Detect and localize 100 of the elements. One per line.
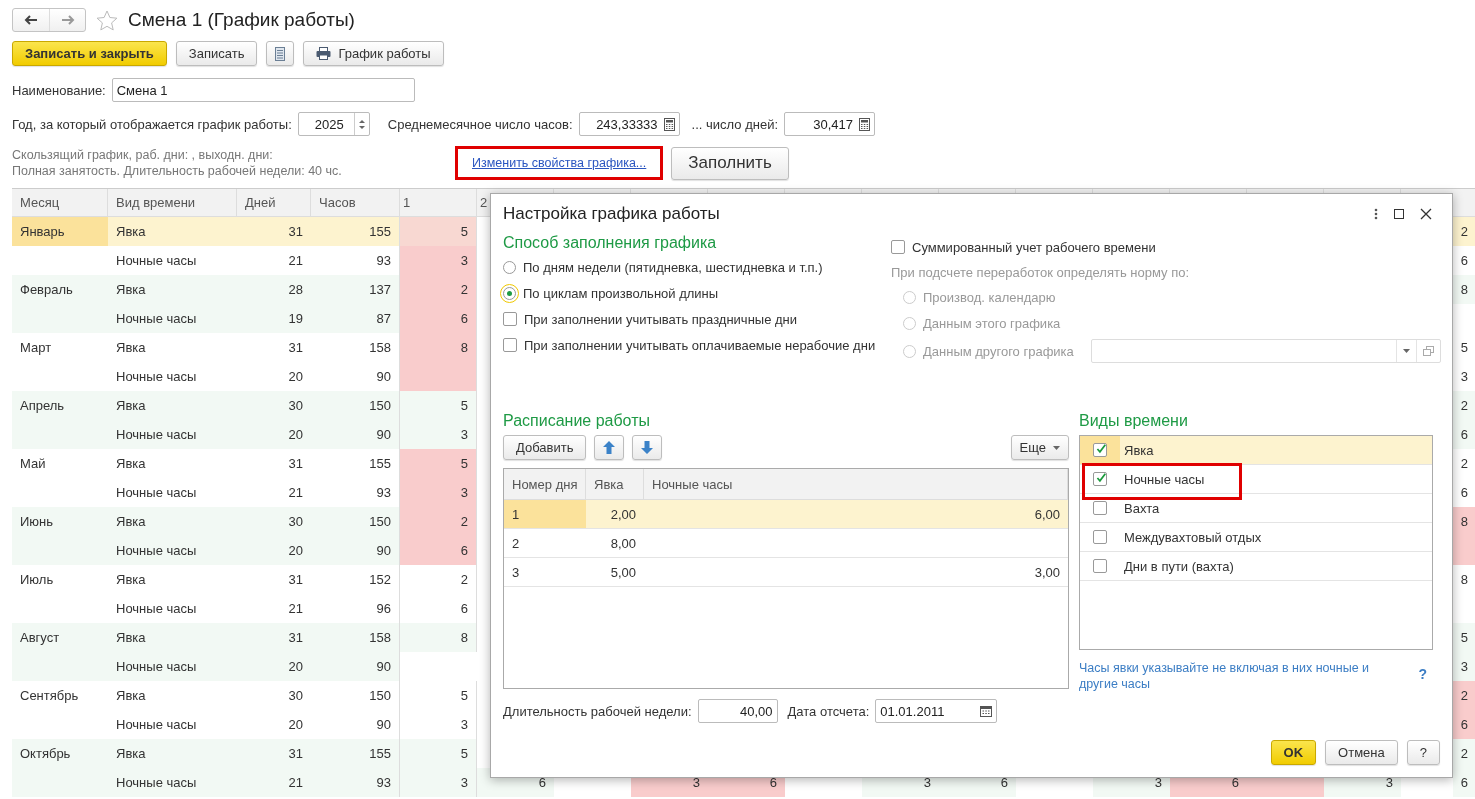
table-cell[interactable]: Явка xyxy=(108,623,237,652)
table-cell[interactable]: Явка xyxy=(108,739,237,768)
table-cell: 19 xyxy=(237,304,311,333)
option-label: По дням недели (пятидневка, шестидневка и т.п.) xyxy=(523,259,823,275)
list-item[interactable]: Явка xyxy=(1080,436,1432,465)
table-cell: 90 xyxy=(311,652,400,681)
checkbox[interactable] xyxy=(503,338,517,352)
radio-button[interactable] xyxy=(503,286,516,300)
table-cell[interactable]: Ночные часы xyxy=(108,652,237,681)
name-field[interactable]: Смена 1 xyxy=(111,78,415,102)
table-cell: Февраль xyxy=(12,275,108,333)
add-button[interactable]: Добавить xyxy=(503,435,587,460)
table-cell[interactable]: Ночные часы xyxy=(108,420,237,449)
table-cell: 5 xyxy=(400,681,477,710)
cancel-button[interactable]: Отмена xyxy=(1325,740,1398,765)
table-cell: 155 xyxy=(311,217,400,246)
table-cell: Июнь xyxy=(12,507,108,565)
week-length-field[interactable]: 40,00 xyxy=(697,699,778,723)
table-cell: 8 xyxy=(400,333,477,362)
change-settings-link[interactable]: Изменить свойства графика... xyxy=(472,156,647,170)
table-cell-text: Март xyxy=(19,339,53,357)
field-label: Дата отсчета: xyxy=(787,703,870,719)
table-cell-text: 6,00 xyxy=(1033,505,1061,524)
table-cell[interactable]: Явка xyxy=(108,681,237,710)
star-icon[interactable] xyxy=(96,9,118,31)
list-button[interactable] xyxy=(266,41,295,66)
checkbox[interactable] xyxy=(891,240,905,254)
table-cell[interactable]: Явка xyxy=(108,449,237,478)
radio-button[interactable] xyxy=(503,260,516,274)
list-item[interactable]: Вахта xyxy=(1080,494,1432,523)
calculator-icon[interactable] xyxy=(859,117,870,131)
table-cell[interactable]: Явка xyxy=(108,275,237,304)
table-cell[interactable]: Ночные часы xyxy=(108,536,237,565)
checkbox[interactable] xyxy=(1093,501,1107,515)
save-close-button[interactable]: Записать и закрыть xyxy=(12,41,167,66)
info-text: Скользящий график, раб. дни: , выходн. дни: xyxy=(12,147,274,163)
fill-button[interactable]: Заполнить xyxy=(671,146,789,180)
table-cell: 150 xyxy=(311,391,400,420)
print-button[interactable]: График работы xyxy=(303,41,444,66)
help-button[interactable]: ? xyxy=(1406,740,1440,765)
table-cell[interactable]: Ночные часы xyxy=(108,478,237,507)
table-cell[interactable]: Явка xyxy=(108,565,237,594)
checkbox[interactable] xyxy=(1093,530,1107,544)
list-item[interactable]: Дни в пути (вахта) xyxy=(1080,552,1432,581)
days-field[interactable]: 30,417 xyxy=(784,112,875,136)
calendar-icon[interactable] xyxy=(980,705,993,717)
table-cell[interactable]: Явка xyxy=(108,217,237,246)
more-menu-button[interactable]: Еще xyxy=(1010,435,1069,460)
option-label: Производ. календарю xyxy=(923,289,1056,305)
table-cell: 90 xyxy=(311,420,400,449)
table-cell[interactable]: Явка xyxy=(108,333,237,362)
table-cell: Август xyxy=(12,623,108,681)
list-item[interactable]: Ночные часы xyxy=(1080,465,1432,494)
option-label: При заполнении учитывать праздничные дни xyxy=(524,311,798,327)
table-cell-text: 20 xyxy=(287,368,304,386)
table-cell[interactable]: Ночные часы xyxy=(108,594,237,623)
table-cell: 8 xyxy=(400,623,477,652)
checkbox[interactable] xyxy=(1093,472,1107,486)
move-down-button[interactable] xyxy=(632,435,663,460)
option-label: Данным другого графика xyxy=(923,343,1074,359)
list-icon xyxy=(275,46,286,61)
checkbox[interactable] xyxy=(1093,443,1107,457)
calculator-icon[interactable] xyxy=(663,117,675,131)
checkbox[interactable] xyxy=(1093,559,1107,573)
table-cell[interactable]: Ночные часы xyxy=(108,710,237,739)
section-heading: Расписание работы xyxy=(503,412,651,431)
table-cell: 2 xyxy=(1453,681,1475,710)
maximize-icon xyxy=(1394,209,1404,219)
window-title: Смена 1 (График работы) xyxy=(128,9,355,31)
year-field[interactable]: 2025 xyxy=(297,112,370,136)
table-cell-text: 8,00 xyxy=(609,534,637,553)
table-cell: 8 xyxy=(1453,275,1475,304)
table-row[interactable]: 3 5,00 3,00 xyxy=(504,558,1068,587)
table-cell: 6 xyxy=(1453,768,1475,797)
more-icon xyxy=(1374,208,1378,220)
table-cell[interactable]: Ночные часы xyxy=(108,362,237,391)
table-cell[interactable]: Явка xyxy=(108,507,237,536)
table-cell: 5 xyxy=(400,217,477,246)
ok-button[interactable]: OK xyxy=(1270,740,1317,765)
table-cell: 152 xyxy=(311,565,400,594)
date-field[interactable]: 01.01.2011 xyxy=(875,699,998,723)
table-cell: 158 xyxy=(311,623,400,652)
table-row[interactable]: 2 8,00 xyxy=(504,529,1068,558)
hours-field[interactable]: 243,33333 xyxy=(578,112,680,136)
field-label: ... число дней: xyxy=(691,116,778,132)
table-cell[interactable]: Ночные часы xyxy=(108,304,237,333)
table-row[interactable]: 1 2,00 6,00 xyxy=(504,500,1068,529)
table-cell-text: 5,00 xyxy=(609,563,637,582)
move-up-button[interactable] xyxy=(594,435,625,460)
table-cell: 6 xyxy=(1453,710,1475,739)
column-header: Вид времени xyxy=(108,189,237,216)
save-button[interactable]: Записать xyxy=(175,41,258,66)
table-cell[interactable]: Явка xyxy=(108,391,237,420)
help-link[interactable]: ? xyxy=(1418,666,1427,692)
table-cell: 2 xyxy=(400,565,477,594)
table-cell[interactable]: Ночные часы xyxy=(108,246,237,275)
table-cell: 5 xyxy=(400,449,477,478)
table-cell[interactable]: Ночные часы xyxy=(108,768,237,797)
checkbox[interactable] xyxy=(503,312,517,326)
list-item[interactable]: Междувахтовый отдых xyxy=(1080,523,1432,552)
